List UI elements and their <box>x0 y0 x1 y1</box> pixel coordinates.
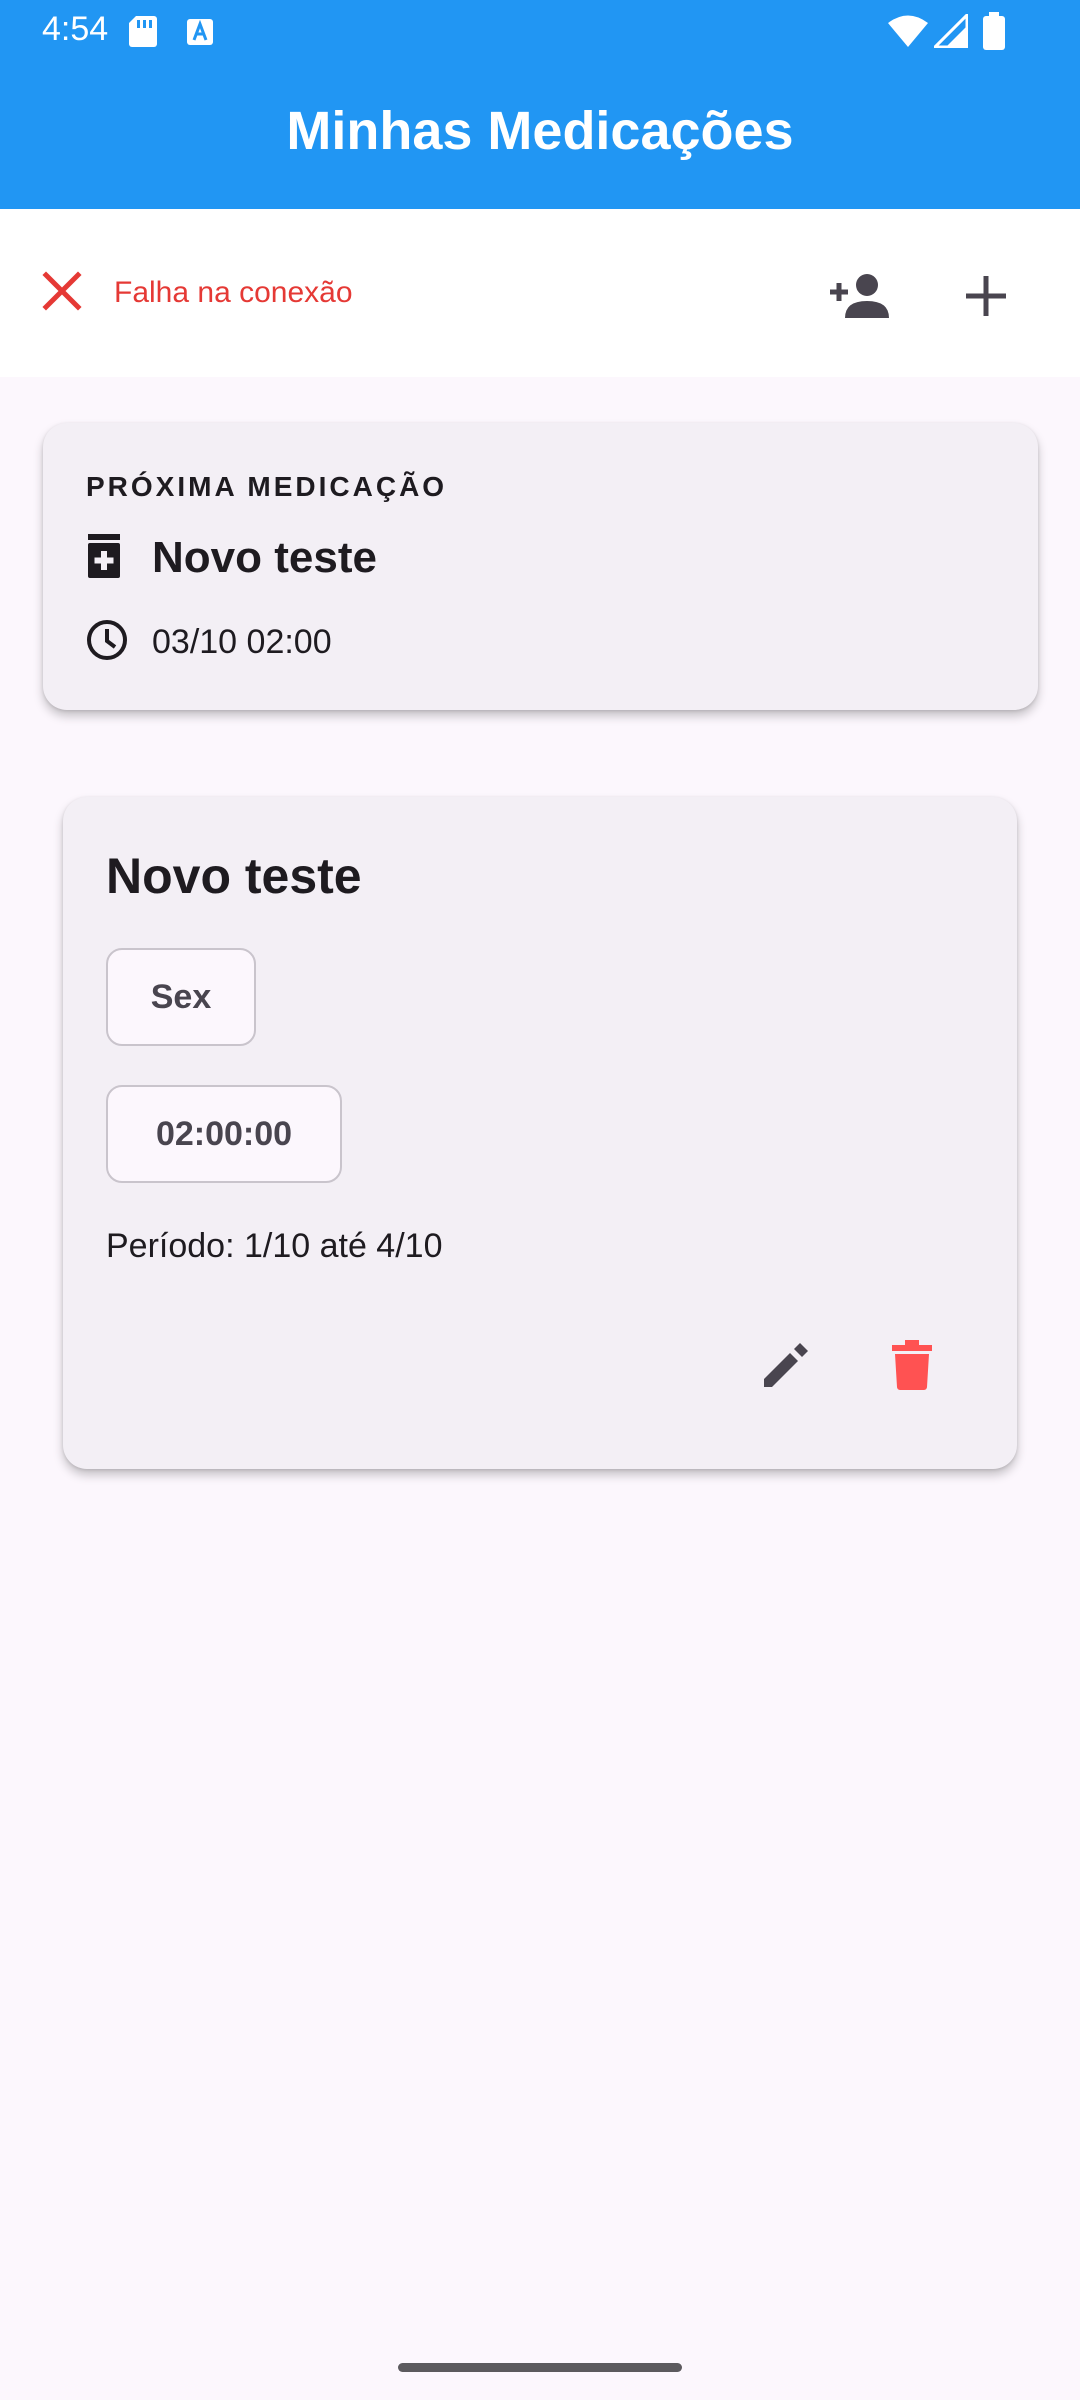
connection-status: Falha na conexão <box>40 269 353 318</box>
battery-icon <box>982 12 1006 55</box>
edit-button[interactable] <box>746 1327 826 1407</box>
toolbar: Falha na conexão <box>0 209 1080 377</box>
next-medication-time-row: 03/10 02:00 <box>86 619 332 666</box>
signal-icon <box>931 11 969 53</box>
add-medication-button[interactable] <box>951 263 1021 333</box>
font-a-icon <box>186 18 214 51</box>
clock-icon <box>86 619 128 666</box>
page-title: Minhas Medicações <box>286 101 794 161</box>
delete-button[interactable] <box>872 1327 952 1407</box>
status-time: 4:54 <box>42 10 109 48</box>
status-bar: 4:54 <box>0 0 1080 62</box>
home-indicator[interactable] <box>398 2363 682 2372</box>
next-medication-name-row: Novo teste <box>86 533 377 583</box>
connection-status-text: Falha na conexão <box>114 276 353 309</box>
medication-card[interactable]: Novo teste Sex 02:00:00 Período: 1/10 at… <box>63 797 1017 1469</box>
next-medication-card[interactable]: PRÓXIMA MEDICAÇÃO Novo teste 03/10 02:00 <box>43 423 1038 710</box>
close-icon <box>40 269 84 318</box>
medication-bottle-icon <box>86 533 122 583</box>
time-chip[interactable]: 02:00:00 <box>106 1085 342 1183</box>
app-bar: 4:54 Minhas Medicações <box>0 0 1080 209</box>
day-chip[interactable]: Sex <box>106 948 256 1046</box>
edit-icon <box>760 1339 812 1396</box>
add-person-icon <box>827 272 891 325</box>
medication-name: Novo teste <box>106 848 362 904</box>
next-medication-datetime: 03/10 02:00 <box>152 623 332 661</box>
delete-icon <box>892 1339 932 1395</box>
medication-period: Período: 1/10 até 4/10 <box>106 1227 443 1265</box>
next-medication-label: PRÓXIMA MEDICAÇÃO <box>86 471 448 502</box>
wifi-icon <box>888 14 928 53</box>
sd-card-icon <box>128 14 158 53</box>
add-person-button[interactable] <box>824 263 894 333</box>
add-icon <box>964 274 1008 323</box>
next-medication-name: Novo teste <box>152 533 377 582</box>
